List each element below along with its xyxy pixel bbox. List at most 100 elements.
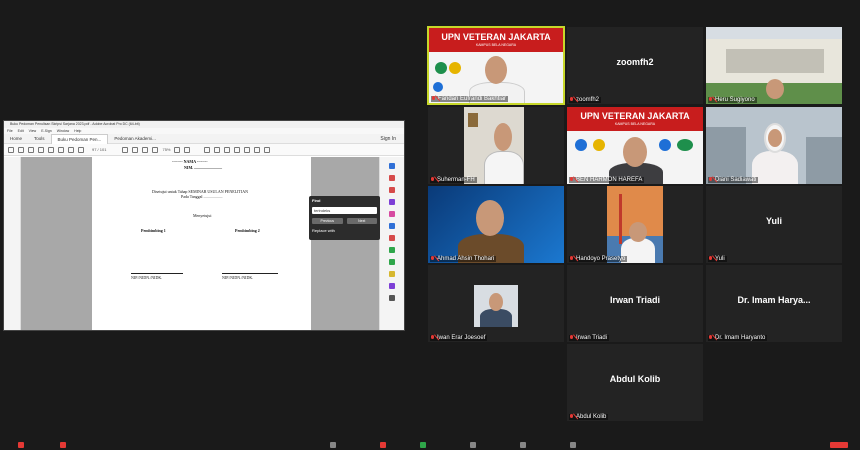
page-name-label: -------- NAMA -------- [172, 159, 208, 164]
pen-icon[interactable] [214, 146, 221, 153]
page-down-icon[interactable] [78, 146, 84, 153]
create-pdf-icon[interactable] [389, 175, 395, 181]
comment-icon[interactable] [204, 146, 211, 153]
request-esign-icon[interactable] [389, 235, 395, 241]
bookmark-icon[interactable] [18, 146, 24, 153]
right-tools-panel [379, 157, 404, 330]
acrobat-title-bar: Buku Pedoman Penulisan Skripsi Sarjana 2… [4, 121, 404, 128]
name-tile[interactable]: Yuli Yuli [705, 185, 843, 264]
tab-tools[interactable]: Tools [28, 134, 51, 144]
apps-icon[interactable] [570, 442, 576, 448]
print-icon[interactable] [38, 146, 44, 153]
video-tile[interactable]: Iwan Erar Joesoef [427, 264, 565, 343]
share-screen-icon[interactable] [420, 442, 426, 448]
muted-mic-icon [569, 177, 574, 183]
reactions-icon[interactable] [520, 442, 526, 448]
record-icon[interactable] [470, 442, 476, 448]
video-tile[interactable]: Suherman-FH [427, 106, 565, 185]
banner-subtitle: KAMPUS BELA NEGARA [614, 122, 656, 126]
page-pembimbing-2: Pembimbing 2 [235, 228, 260, 233]
participant-display-name: Yuli [765, 216, 782, 226]
chat-icon[interactable] [380, 442, 386, 448]
page-indicator[interactable]: 97 / 101 [92, 147, 106, 152]
logo-icon [593, 139, 605, 151]
bridge-tower [619, 194, 622, 244]
find-input[interactable]: terindeks [312, 207, 377, 214]
fill-sign-icon[interactable] [389, 247, 395, 253]
person-body [752, 151, 798, 184]
page-menyetujui: Menyetujui [193, 213, 212, 218]
zoom-tool-icon[interactable] [389, 163, 395, 169]
banner-title: UPN VETERAN JAKARTA [580, 111, 690, 121]
acrobat-tabs: Home Tools Buku Pedoman Pen... Pedoman A… [4, 133, 404, 144]
rotate-icon[interactable] [264, 146, 271, 153]
shared-screen[interactable]: Buku Pedoman Penulisan Skripsi Sarjana 2… [3, 120, 405, 331]
marquee-icon[interactable] [184, 146, 191, 153]
participant-name: Suherman-FH [430, 177, 477, 183]
person-head [485, 56, 507, 84]
name-tile[interactable]: Dr. Imam Harya... Dr. Imam Haryanto [705, 264, 843, 343]
export-pdf-icon[interactable] [389, 199, 395, 205]
tab-document-1[interactable]: Buku Pedoman Pen... [50, 133, 109, 144]
logo-icon [659, 139, 671, 151]
muted-mic-icon [569, 414, 574, 420]
find-next-button[interactable]: Next [346, 218, 377, 224]
acrobat-toolbar: 97 / 101 75% [4, 144, 404, 156]
participant-name: Handoyo Prasetyo [569, 256, 628, 262]
edit-pdf-icon[interactable] [389, 187, 395, 193]
mail-icon[interactable] [48, 146, 54, 153]
sign-in-link[interactable]: Sign In [380, 136, 404, 142]
video-tile[interactable]: UPN VETERAN JAKARTA KAMPUS BELA NEGARA B… [566, 106, 704, 185]
video-tile[interactable]: Diani Sadiawati [705, 106, 843, 185]
participants-icon[interactable] [330, 442, 336, 448]
video-off-icon[interactable] [60, 442, 66, 448]
find-previous-button[interactable]: Previous [312, 218, 343, 224]
zoom-in-icon[interactable] [152, 146, 159, 153]
participant-name: Irwan Triadi [569, 335, 610, 341]
cursor-icon[interactable] [122, 146, 129, 153]
combine-files-icon[interactable] [389, 223, 395, 229]
video-tile[interactable]: UPN VETERAN JAKARTA KAMPUS BELA NEGARA F… [427, 26, 565, 105]
participant-name: Abdul Kolib [569, 414, 609, 420]
muted-mic-icon [569, 256, 574, 262]
tab-home[interactable]: Home [4, 134, 28, 144]
person-head [476, 200, 504, 236]
tab-document-2[interactable]: Pedoman Akademi... [108, 134, 162, 144]
more-tools-icon[interactable] [389, 295, 395, 301]
highlight-icon[interactable] [224, 146, 231, 153]
name-tile[interactable]: zoomfh2 zoomfh2 [566, 26, 704, 105]
organize-pages-icon[interactable] [389, 211, 395, 217]
person-body [484, 151, 524, 184]
scan-ocr-icon[interactable] [389, 259, 395, 265]
trash-icon[interactable] [254, 146, 261, 153]
share-icon[interactable] [244, 146, 251, 153]
meeting-toolbar [0, 442, 860, 450]
search-icon[interactable] [58, 146, 64, 153]
mute-icon[interactable] [18, 442, 24, 448]
protect-icon[interactable] [389, 283, 395, 289]
building-windows [726, 49, 824, 73]
fit-page-icon[interactable] [174, 146, 181, 153]
hand-icon[interactable] [132, 146, 139, 153]
find-panel: Find terindeks Previous Next Replace wit… [309, 196, 380, 240]
page-up-icon[interactable] [68, 146, 74, 153]
save-icon[interactable] [8, 146, 14, 153]
comment-tool-icon[interactable] [389, 271, 395, 277]
logo-icon [433, 82, 443, 92]
video-tile[interactable]: Heru Sugiyono [705, 26, 843, 105]
person-head [489, 293, 503, 311]
logo-icon [575, 139, 587, 151]
replace-with-toggle[interactable]: Replace with [312, 228, 377, 233]
video-tile[interactable]: Ahmad Ahsin Thohari [427, 185, 565, 264]
zoom-level[interactable]: 75% [162, 147, 170, 152]
video-tile[interactable]: Handoyo Prasetyo [566, 185, 704, 264]
name-tile[interactable]: Abdul Kolib Abdul Kolib [566, 343, 704, 422]
sign-icon[interactable] [234, 146, 241, 153]
name-tile[interactable]: Irwan Triadi Irwan Triadi [566, 264, 704, 343]
person-head [766, 79, 784, 99]
leave-button[interactable] [830, 442, 848, 448]
participant-name: Ahmad Ahsin Thohari [430, 256, 497, 262]
zoom-out-icon[interactable] [142, 146, 149, 153]
building [806, 137, 842, 184]
upload-icon[interactable] [28, 146, 34, 153]
